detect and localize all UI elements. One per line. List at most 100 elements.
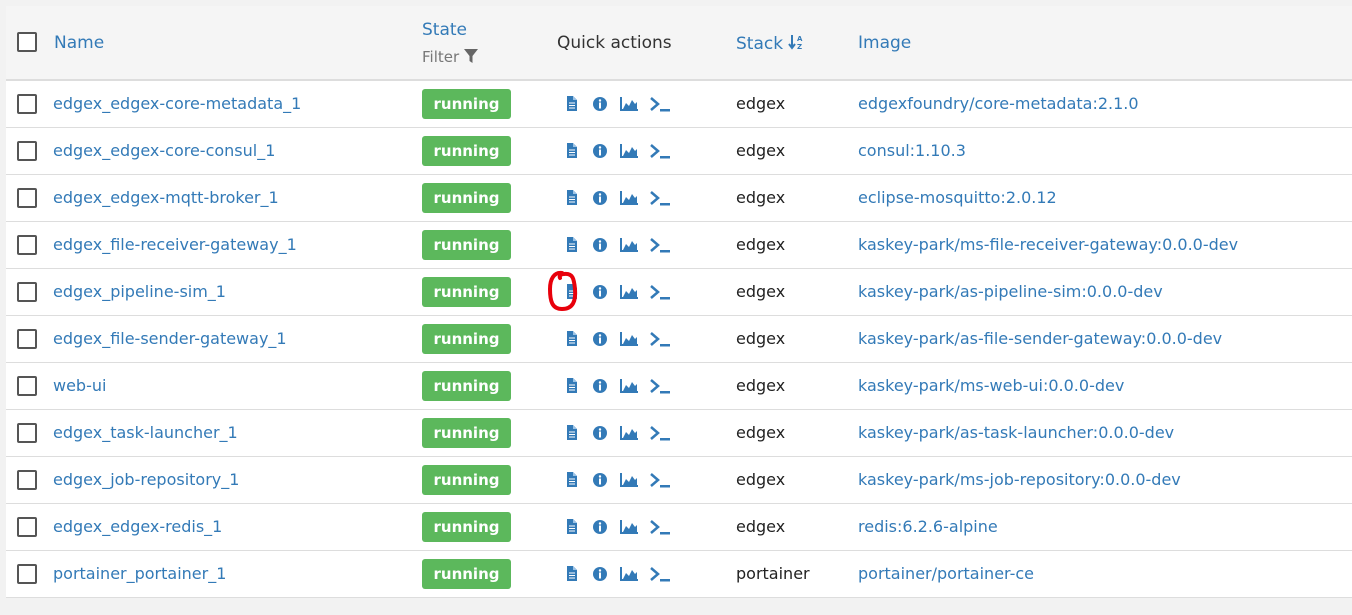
table-header: Name State Filter Quick actions Stack A … (6, 6, 1352, 81)
container-name-link[interactable]: edgex_edgex-redis_1 (53, 517, 222, 536)
info-icon[interactable] (593, 190, 607, 206)
console-icon[interactable] (650, 331, 672, 347)
image-link[interactable]: portainer/portainer-ce (858, 564, 1034, 583)
stats-icon[interactable] (620, 237, 640, 253)
info-icon[interactable] (593, 237, 607, 253)
stats-icon[interactable] (620, 331, 640, 347)
stats-icon[interactable] (620, 190, 640, 206)
console-icon[interactable] (650, 284, 672, 300)
table-row: edgex_file-receiver-gateway_1 running edge… (6, 222, 1352, 269)
stats-icon[interactable] (620, 284, 640, 300)
info-icon[interactable] (593, 425, 607, 441)
quick-actions (556, 566, 676, 586)
table-row: edgex_edgex-core-metadata_1 running edgex e… (6, 81, 1352, 128)
quick-actions (556, 378, 676, 398)
image-link[interactable]: eclipse-mosquitto:2.0.12 (858, 188, 1057, 207)
image-link[interactable]: redis:6.2.6-alpine (858, 517, 998, 536)
image-link[interactable]: kaskey-park/ms-web-ui:0.0.0-dev (858, 376, 1124, 395)
info-icon[interactable] (593, 284, 607, 300)
logs-icon[interactable] (565, 237, 579, 253)
logs-icon[interactable] (565, 96, 579, 112)
image-link[interactable]: kaskey-park/ms-file-receiver-gateway:0.0… (858, 235, 1238, 254)
row-checkbox[interactable] (17, 329, 37, 349)
image-link[interactable]: consul:1.10.3 (858, 141, 966, 160)
stack-name: edgex (736, 94, 786, 113)
info-icon[interactable] (593, 566, 607, 582)
filter-icon (463, 49, 478, 63)
stats-icon[interactable] (620, 566, 640, 582)
quick-actions (556, 425, 676, 445)
row-checkbox[interactable] (17, 282, 37, 302)
image-link[interactable]: kaskey-park/as-pipeline-sim:0.0.0-dev (858, 282, 1163, 301)
row-checkbox[interactable] (17, 235, 37, 255)
container-name-link[interactable]: edgex_pipeline-sim_1 (53, 282, 226, 301)
info-icon[interactable] (593, 519, 607, 535)
logs-icon[interactable] (565, 472, 579, 488)
containers-table: Name State Filter Quick actions Stack A … (6, 6, 1352, 598)
table-row: edgex_pipeline-sim_1 running edgex kaskey-p… (6, 269, 1352, 316)
row-checkbox[interactable] (17, 94, 37, 114)
table-row: web-ui running edgex kaskey-park/ms-web-ui:… (6, 363, 1352, 410)
row-checkbox[interactable] (17, 188, 37, 208)
container-name-link[interactable]: portainer_portainer_1 (53, 564, 226, 583)
state-filter[interactable]: Filter (422, 48, 478, 66)
logs-icon[interactable] (565, 566, 579, 582)
container-name-link[interactable]: web-ui (53, 376, 106, 395)
console-icon[interactable] (650, 96, 672, 112)
row-checkbox[interactable] (17, 141, 37, 161)
stats-icon[interactable] (620, 472, 640, 488)
logs-icon[interactable] (565, 519, 579, 535)
stats-icon[interactable] (620, 143, 640, 159)
console-icon[interactable] (650, 143, 672, 159)
select-all-checkbox[interactable] (17, 32, 37, 52)
console-icon[interactable] (650, 566, 672, 582)
image-column-header[interactable]: Image (858, 33, 911, 53)
status-badge: running (422, 324, 511, 354)
logs-icon[interactable] (565, 425, 579, 441)
console-icon[interactable] (650, 425, 672, 441)
row-checkbox[interactable] (17, 517, 37, 537)
image-link[interactable]: kaskey-park/ms-job-repository:0.0.0-dev (858, 470, 1181, 489)
quick-actions (556, 143, 676, 163)
info-icon[interactable] (593, 331, 607, 347)
logs-icon[interactable] (565, 143, 579, 159)
stats-icon[interactable] (620, 519, 640, 535)
container-name-link[interactable]: edgex_edgex-core-metadata_1 (53, 94, 301, 113)
container-name-link[interactable]: edgex_file-sender-gateway_1 (53, 329, 287, 348)
logs-icon[interactable] (565, 331, 579, 347)
container-name-link[interactable]: edgex_job-repository_1 (53, 470, 239, 489)
stack-name: edgex (736, 329, 786, 348)
logs-icon[interactable] (565, 190, 579, 206)
stack-column-header[interactable]: Stack A Z (736, 33, 806, 54)
stats-icon[interactable] (620, 96, 640, 112)
container-name-link[interactable]: edgex_task-launcher_1 (53, 423, 238, 442)
status-badge: running (422, 230, 511, 260)
info-icon[interactable] (593, 143, 607, 159)
stats-icon[interactable] (620, 425, 640, 441)
image-link[interactable]: kaskey-park/as-file-sender-gateway:0.0.0… (858, 329, 1222, 348)
name-column-header[interactable]: Name (54, 33, 104, 53)
filter-label: Filter (422, 48, 460, 66)
stats-icon[interactable] (620, 378, 640, 394)
container-name-link[interactable]: edgex_edgex-core-consul_1 (53, 141, 275, 160)
image-link[interactable]: edgexfoundry/core-metadata:2.1.0 (858, 94, 1139, 113)
quick-actions (556, 237, 676, 257)
console-icon[interactable] (650, 237, 672, 253)
info-icon[interactable] (593, 472, 607, 488)
row-checkbox[interactable] (17, 376, 37, 396)
row-checkbox[interactable] (17, 564, 37, 584)
console-icon[interactable] (650, 190, 672, 206)
logs-icon[interactable] (565, 378, 579, 394)
info-icon[interactable] (593, 96, 607, 112)
row-checkbox[interactable] (17, 470, 37, 490)
stack-name: edgex (736, 470, 786, 489)
state-column-header[interactable]: State (422, 20, 467, 40)
container-name-link[interactable]: edgex_file-receiver-gateway_1 (53, 235, 297, 254)
row-checkbox[interactable] (17, 423, 37, 443)
info-icon[interactable] (593, 378, 607, 394)
container-name-link[interactable]: edgex_edgex-mqtt-broker_1 (53, 188, 279, 207)
console-icon[interactable] (650, 519, 672, 535)
console-icon[interactable] (650, 472, 672, 488)
console-icon[interactable] (650, 378, 672, 394)
image-link[interactable]: kaskey-park/as-task-launcher:0.0.0-dev (858, 423, 1174, 442)
